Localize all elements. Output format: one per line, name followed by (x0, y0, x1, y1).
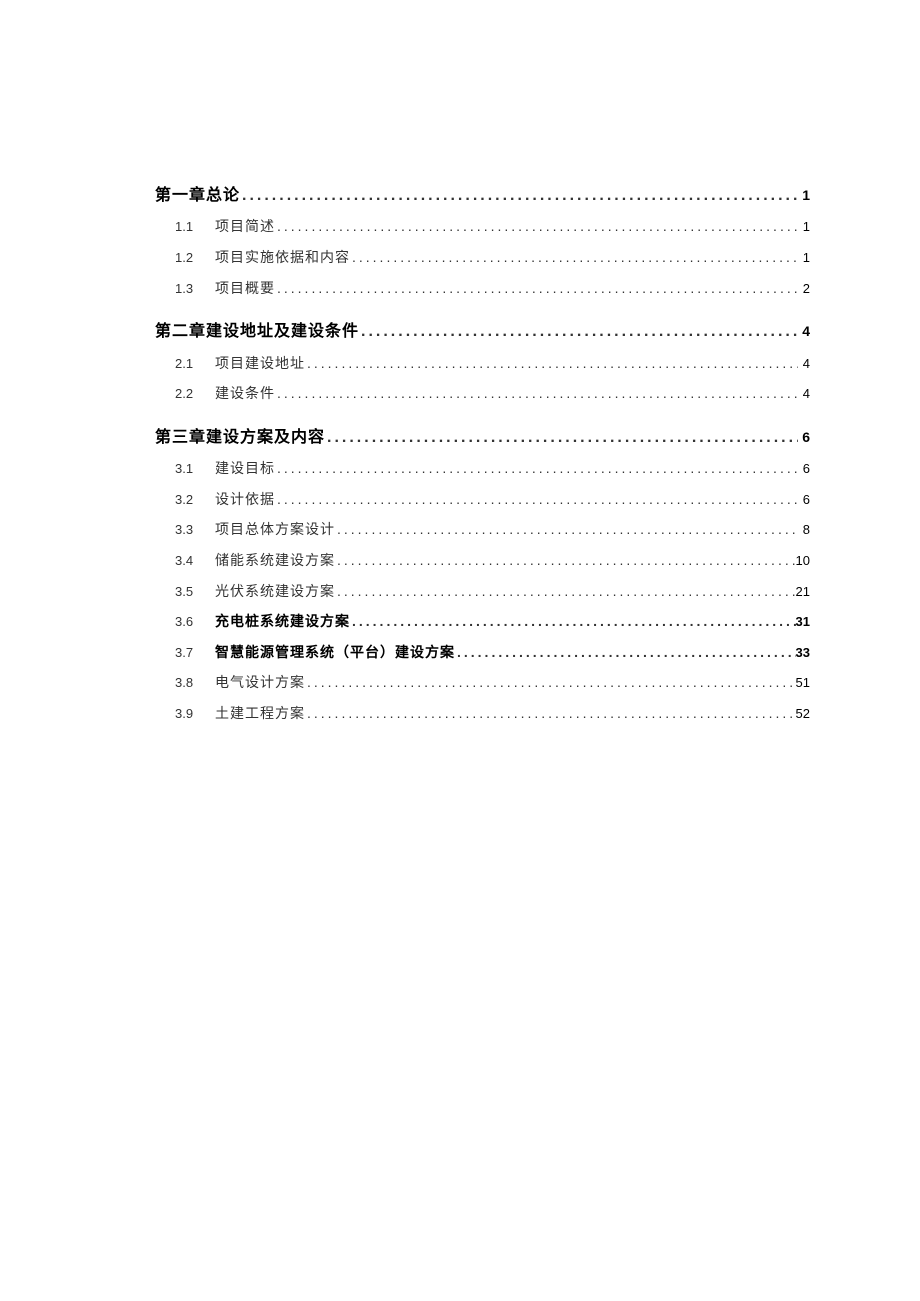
toc-sub-3-8: 3.8 电气设计方案 51 (155, 673, 810, 694)
toc-page-num: 2 (798, 280, 810, 298)
toc-leader (455, 643, 796, 663)
toc-leader (305, 354, 798, 374)
toc-leader (335, 582, 796, 602)
toc-page-num: 8 (798, 521, 810, 539)
toc-sub-num: 3.2 (155, 491, 205, 509)
toc-leader (275, 384, 798, 404)
toc-leader (350, 248, 798, 268)
toc-sub-title: 电气设计方案 (205, 674, 305, 694)
toc-sub-1-1: 1.1 项目简述 1 (155, 217, 810, 238)
toc-sub-title: 土建工程方案 (205, 705, 305, 725)
toc-leader (305, 673, 796, 693)
toc-sub-3-3: 3.3 项目总体方案设计 8 (155, 520, 810, 541)
toc-page-num: 31 (796, 613, 810, 631)
toc-page-num: 6 (798, 428, 810, 448)
toc-page-num: 6 (798, 491, 810, 509)
toc-sub-num: 3.4 (155, 552, 205, 570)
toc-sub-3-9: 3.9 土建工程方案 52 (155, 704, 810, 725)
toc-sub-num: 2.2 (155, 385, 205, 403)
toc-sub-title: 项目建设地址 (205, 355, 305, 375)
toc-sub-3-2: 3.2 设计依据 6 (155, 490, 810, 511)
toc-sub-title: 项目概要 (205, 280, 275, 300)
toc-sub-title: 建设条件 (205, 385, 275, 405)
toc-leader (325, 427, 798, 449)
toc-page-num: 10 (796, 552, 810, 570)
toc-sub-1-2: 1.2 项目实施依据和内容 1 (155, 248, 810, 269)
toc-sub-title: 项目简述 (205, 218, 275, 238)
toc-chapter-1: 第一章总论 1 (155, 185, 810, 207)
toc-sub-title: 储能系统建设方案 (205, 552, 335, 572)
toc-page-num: 51 (796, 674, 810, 692)
toc-sub-3-5: 3.5 光伏系统建设方案 21 (155, 582, 810, 603)
toc-chapter-title: 第三章建设方案及内容 (155, 427, 325, 449)
toc-leader (350, 612, 796, 632)
toc-page-num: 1 (798, 249, 810, 267)
toc-leader (359, 321, 798, 343)
toc-page: 第一章总论 1 1.1 项目简述 1 1.2 项目实施依据和内容 1 1.3 项… (0, 0, 920, 724)
toc-leader (275, 279, 798, 299)
toc-sub-3-6: 3.6 充电桩系统建设方案 31 (155, 612, 810, 633)
toc-leader (335, 551, 796, 571)
toc-sub-num: 3.7 (155, 644, 205, 662)
toc-sub-num: 3.5 (155, 583, 205, 601)
toc-sub-title: 充电桩系统建设方案 (205, 613, 350, 633)
toc-chapter-2: 第二章建设地址及建设条件 4 (155, 321, 810, 343)
toc-page-num: 52 (796, 705, 810, 723)
toc-leader (275, 490, 798, 510)
toc-page-num: 1 (798, 186, 810, 206)
toc-leader (275, 459, 798, 479)
toc-sub-title: 光伏系统建设方案 (205, 583, 335, 603)
toc-page-num: 4 (798, 355, 810, 373)
toc-chapter-3: 第三章建设方案及内容 6 (155, 427, 810, 449)
toc-sub-title: 项目实施依据和内容 (205, 249, 350, 269)
toc-leader (305, 704, 796, 724)
toc-chapter-title: 第二章建设地址及建设条件 (155, 321, 359, 343)
toc-sub-num: 2.1 (155, 355, 205, 373)
toc-sub-num: 3.6 (155, 613, 205, 631)
toc-sub-num: 3.8 (155, 674, 205, 692)
toc-sub-num: 3.9 (155, 705, 205, 723)
toc-sub-num: 3.3 (155, 521, 205, 539)
toc-sub-title: 设计依据 (205, 491, 275, 511)
toc-page-num: 4 (798, 322, 810, 342)
toc-sub-3-4: 3.4 储能系统建设方案 10 (155, 551, 810, 572)
toc-leader (335, 520, 798, 540)
toc-sub-num: 1.2 (155, 249, 205, 267)
toc-leader (275, 217, 798, 237)
toc-sub-num: 1.3 (155, 280, 205, 298)
toc-sub-3-1: 3.1 建设目标 6 (155, 459, 810, 480)
toc-chapter-title: 第一章总论 (155, 185, 240, 207)
toc-page-num: 1 (798, 218, 810, 236)
toc-page-num: 4 (798, 385, 810, 403)
toc-sub-title: 建设目标 (205, 460, 275, 480)
toc-leader (240, 185, 798, 207)
toc-page-num: 21 (796, 583, 810, 601)
toc-sub-num: 1.1 (155, 218, 205, 236)
toc-sub-2-1: 2.1 项目建设地址 4 (155, 354, 810, 375)
toc-sub-title: 项目总体方案设计 (205, 521, 335, 541)
toc-sub-title: 智慧能源管理系统（平台）建设方案 (205, 644, 455, 664)
toc-sub-1-3: 1.3 项目概要 2 (155, 279, 810, 300)
toc-page-num: 33 (796, 644, 810, 662)
toc-sub-3-7: 3.7 智慧能源管理系统（平台）建设方案 33 (155, 643, 810, 664)
toc-page-num: 6 (798, 460, 810, 478)
toc-sub-num: 3.1 (155, 460, 205, 478)
toc-sub-2-2: 2.2 建设条件 4 (155, 384, 810, 405)
